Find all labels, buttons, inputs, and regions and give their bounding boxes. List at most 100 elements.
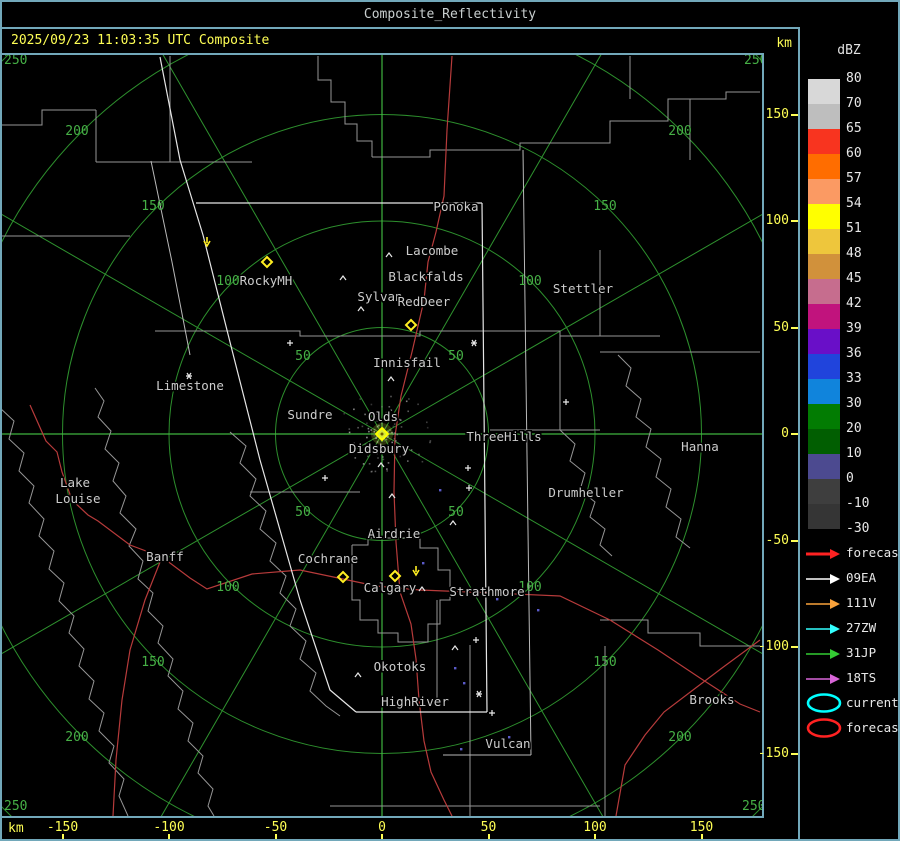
colorbar-label: 10: [846, 446, 862, 461]
vector-label: 111V: [846, 595, 877, 610]
y-tick: [791, 752, 798, 755]
vector-label: 27ZW: [846, 620, 877, 635]
city-label: Calgary: [364, 580, 417, 595]
clutter-dot: [374, 470, 377, 473]
colorbar-swatch: [808, 229, 840, 254]
city-label: Brooks: [689, 692, 734, 707]
arrow-head: [830, 674, 840, 684]
colorbar-label: -30: [846, 521, 870, 536]
city-label: Cochrane: [298, 551, 358, 566]
radar-site-diamond: [336, 570, 350, 584]
colorbar-swatch: [808, 454, 840, 479]
colorbar-label: 36: [846, 346, 862, 361]
city-label: Blackfalds: [388, 269, 463, 284]
clutter-dot: [364, 413, 366, 416]
colorbar-swatch: [808, 404, 840, 429]
radar-site-diamond: [404, 318, 418, 332]
plus-marker: [489, 710, 495, 716]
clutter-dot: [348, 428, 351, 430]
colorbar-swatch: [808, 504, 840, 529]
colorbar-label: 60: [846, 146, 862, 161]
map-panel: 50 50 50 50 100 100 100 100 150 150 150 150 200 200 20…: [2, 53, 764, 818]
colorbar-label: 65: [846, 121, 862, 136]
x-tick-label: 100: [583, 820, 607, 835]
city-label: Banff: [146, 549, 184, 564]
clutter-dot: [367, 427, 370, 430]
city-label: Innisfail: [373, 355, 441, 370]
clutter-dot: [343, 412, 345, 415]
colorbar-swatch: [808, 279, 840, 304]
colorbar-label: 42: [846, 296, 862, 311]
clutter-dot: [410, 449, 413, 451]
y-tick-label: -50: [765, 532, 789, 548]
map-svg[interactable]: 50 5050 50100 100100 100150 150150 150200 20020…: [2, 55, 762, 816]
x-tick: [700, 834, 703, 839]
colorbar-label: 39: [846, 321, 862, 336]
colorbar-swatch: [808, 429, 840, 454]
city-label: Ponoka: [433, 199, 478, 214]
city-label: Lacombe: [406, 243, 459, 258]
x-tick: [381, 834, 383, 839]
clutter-dot: [392, 425, 395, 428]
range-ring-label: 250: [742, 799, 762, 814]
legend-panel: dBZ 80 70 65 60 57 54 51 48 45 42 39 36 33 30 20 10 0 -10…: [798, 27, 898, 839]
range-ring-label: 50: [295, 349, 311, 364]
arrow-head: [830, 549, 840, 559]
range-ring-label: 100: [216, 274, 239, 289]
weak-echo-dot: [463, 682, 466, 685]
plus-marker: [322, 475, 328, 481]
colorbar-swatch: [808, 354, 840, 379]
y-tick: [791, 539, 798, 542]
clutter-dot: [382, 456, 384, 458]
weak-echo-dot: [496, 598, 499, 601]
clutter-dot: [426, 421, 428, 424]
plus-marker: [465, 465, 471, 471]
y-tick: [791, 326, 798, 329]
x-tick-label: -100: [153, 820, 185, 835]
city-label: Hanna: [681, 439, 719, 454]
range-ring-label: 150: [141, 199, 164, 214]
current-ellipse-icon: [802, 692, 844, 714]
31JP-arrow-icon: [804, 646, 844, 660]
city-label: RockyMH: [240, 273, 293, 288]
09EA-arrow-icon: [804, 571, 844, 585]
y-tick-label: 150: [765, 106, 789, 122]
city-label: Olds: [368, 409, 398, 424]
arrow-head: [830, 574, 840, 584]
colorbar-label: 20: [846, 421, 862, 436]
x-tick: [168, 834, 170, 839]
clutter-dot: [429, 440, 432, 442]
clutter-dot: [407, 410, 409, 413]
weak-echo-dot: [508, 736, 511, 739]
asterisk-marker: [471, 339, 477, 347]
colorbar-label: 0: [846, 471, 854, 486]
x-tick-label: 0: [378, 820, 386, 835]
colorbar-label: 33: [846, 371, 862, 386]
vector-label: forecast: [846, 545, 899, 560]
clutter-dot: [429, 441, 431, 444]
radar-viewer-window: Composite_Reflectivity 2025/09/23 11:03:…: [0, 0, 900, 841]
range-ring-label: 100: [216, 580, 239, 595]
clutter-dot: [426, 426, 429, 429]
clutter-dot: [386, 470, 388, 472]
clutter-dot: [361, 425, 364, 428]
clutter-dot: [381, 405, 383, 408]
clutter-dot: [400, 426, 403, 428]
range-ring-label: 250: [4, 799, 27, 814]
ellipse-label: current: [846, 695, 899, 710]
colorbar-label: 48: [846, 246, 862, 261]
caret-marker: [387, 376, 395, 382]
colorbar-swatch: [808, 304, 840, 329]
clutter-dot: [359, 398, 362, 400]
radar-site-diamond: [260, 255, 274, 269]
clutter-dot: [382, 458, 385, 461]
111V-arrow-icon: [804, 596, 844, 610]
ellipse-glyph: [806, 718, 842, 738]
city-label: Lake: [60, 475, 90, 490]
vector-label: 31JP: [846, 645, 877, 660]
caret-marker: [451, 645, 459, 651]
clutter-dot: [396, 433, 399, 436]
arrow-head: [830, 624, 840, 634]
city-label: RedDeer: [398, 294, 451, 309]
range-ring-label: 50: [448, 349, 464, 364]
